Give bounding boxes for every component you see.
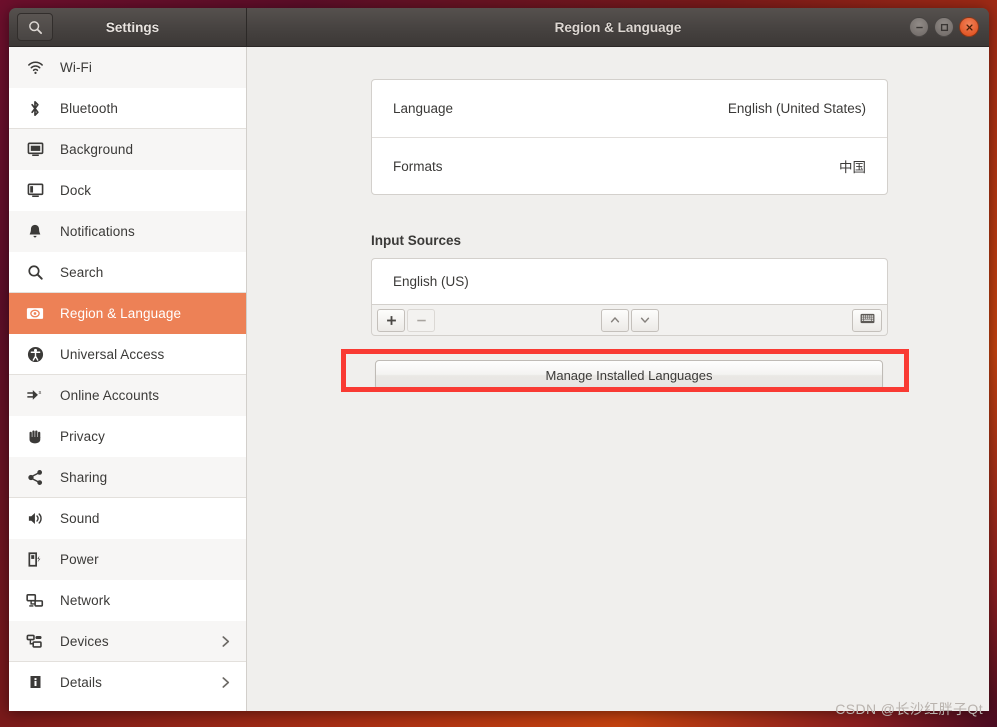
wifi-icon <box>23 59 47 76</box>
sidebar-item-search[interactable]: Search <box>9 252 246 293</box>
move-up-button[interactable] <box>600 308 629 332</box>
settings-window: Settings Region & Language Wi-Fi Bluetoo… <box>9 8 989 711</box>
input-sources-heading: Input Sources <box>371 233 462 248</box>
background-icon <box>23 141 47 158</box>
minimize-button[interactable] <box>909 17 929 37</box>
sidebar-item-label: Bluetooth <box>60 100 118 116</box>
sidebar-item-power[interactable]: Power <box>9 539 246 580</box>
sidebar-item-label: Region & Language <box>60 305 182 321</box>
sidebar-item-sound[interactable]: Sound <box>9 498 246 539</box>
search-icon <box>23 264 47 281</box>
sidebar-item-label: Search <box>60 264 104 280</box>
sidebar-item-universal-access[interactable]: Universal Access <box>9 334 246 375</box>
reorder-buttons <box>372 308 887 332</box>
bluetooth-icon <box>23 100 47 117</box>
accessibility-icon <box>23 346 47 363</box>
settings-app-title: Settings <box>105 19 160 35</box>
share-icon <box>23 469 47 486</box>
manage-languages-wrapper: Manage Installed Languages <box>375 360 883 390</box>
power-battery-icon <box>23 551 47 568</box>
hand-icon <box>23 428 47 445</box>
window-body: Wi-Fi Bluetooth Background Dock Notifica… <box>9 47 989 711</box>
sidebar-item-label: Universal Access <box>60 346 165 362</box>
formats-value: 中国 <box>839 160 866 175</box>
formats-label: Formats <box>393 158 443 174</box>
page-title: Region & Language <box>554 19 682 35</box>
window-controls <box>909 17 979 37</box>
sidebar-item-label: Privacy <box>60 428 105 444</box>
info-icon <box>23 674 47 690</box>
speaker-icon <box>23 510 47 527</box>
sidebar-item-dock[interactable]: Dock <box>9 170 246 211</box>
chevron-right-icon <box>219 676 232 689</box>
sidebar-item-privacy[interactable]: Privacy <box>9 416 246 457</box>
input-sources-panel: English (US) <box>371 258 888 336</box>
settings-content: Language English (United States) Formats… <box>247 47 989 711</box>
titlebar-left-section: Settings <box>9 8 247 46</box>
sidebar-item-region-language[interactable]: Region & Language <box>9 293 246 334</box>
sidebar-item-label: Dock <box>60 182 92 198</box>
sidebar-item-background[interactable]: Background <box>9 129 246 170</box>
dock-icon <box>23 182 47 199</box>
chevron-right-icon <box>219 635 232 648</box>
input-sources-toolbar <box>371 305 888 336</box>
sidebar-item-details[interactable]: Details <box>9 662 246 703</box>
maximize-button[interactable] <box>934 17 954 37</box>
window-titlebar: Settings Region & Language <box>9 8 989 47</box>
sidebar-item-label: Power <box>60 551 99 567</box>
online-accounts-icon: s <box>23 387 47 404</box>
sidebar-item-notifications[interactable]: Notifications <box>9 211 246 252</box>
language-formats-card: Language English (United States) Formats… <box>371 79 888 195</box>
close-button[interactable] <box>959 17 979 37</box>
sidebar-item-network[interactable]: Network <box>9 580 246 621</box>
manage-installed-languages-button[interactable]: Manage Installed Languages <box>375 360 883 390</box>
sidebar-item-label: Background <box>60 141 134 157</box>
input-sources-list: English (US) <box>371 258 888 305</box>
sidebar-item-wi-fi[interactable]: Wi-Fi <box>9 47 246 88</box>
search-button[interactable] <box>17 13 53 41</box>
sidebar-item-label: Details <box>60 674 102 690</box>
bell-icon <box>23 223 47 240</box>
settings-sidebar: Wi-Fi Bluetooth Background Dock Notifica… <box>9 47 247 711</box>
region-language-icon <box>23 306 47 321</box>
sidebar-item-bluetooth[interactable]: Bluetooth <box>9 88 246 129</box>
watermark: CSDN @长沙红胖子Qt <box>835 701 983 717</box>
devices-icon <box>23 633 47 650</box>
svg-text:s: s <box>38 390 41 396</box>
sidebar-item-online-accounts[interactable]: s Online Accounts <box>9 375 246 416</box>
input-source-item[interactable]: English (US) <box>372 259 887 304</box>
network-icon <box>23 592 47 609</box>
input-source-label: English (US) <box>393 274 469 289</box>
formats-row[interactable]: Formats 中国 <box>372 137 887 194</box>
sidebar-item-label: Online Accounts <box>60 387 160 403</box>
search-icon <box>28 20 43 35</box>
language-label: Language <box>393 101 454 116</box>
sidebar-item-label: Notifications <box>60 223 135 239</box>
sidebar-item-label: Network <box>60 592 111 608</box>
sidebar-item-label: Sharing <box>60 469 108 485</box>
sidebar-item-label: Devices <box>60 633 109 649</box>
sidebar-item-label: Wi-Fi <box>60 59 92 75</box>
sidebar-item-label: Sound <box>60 510 100 526</box>
language-row[interactable]: Language English (United States) <box>372 80 887 137</box>
move-down-button[interactable] <box>630 308 659 332</box>
sidebar-item-devices[interactable]: Devices <box>9 621 246 662</box>
sidebar-item-sharing[interactable]: Sharing <box>9 457 246 498</box>
language-value: English (United States) <box>727 101 866 116</box>
